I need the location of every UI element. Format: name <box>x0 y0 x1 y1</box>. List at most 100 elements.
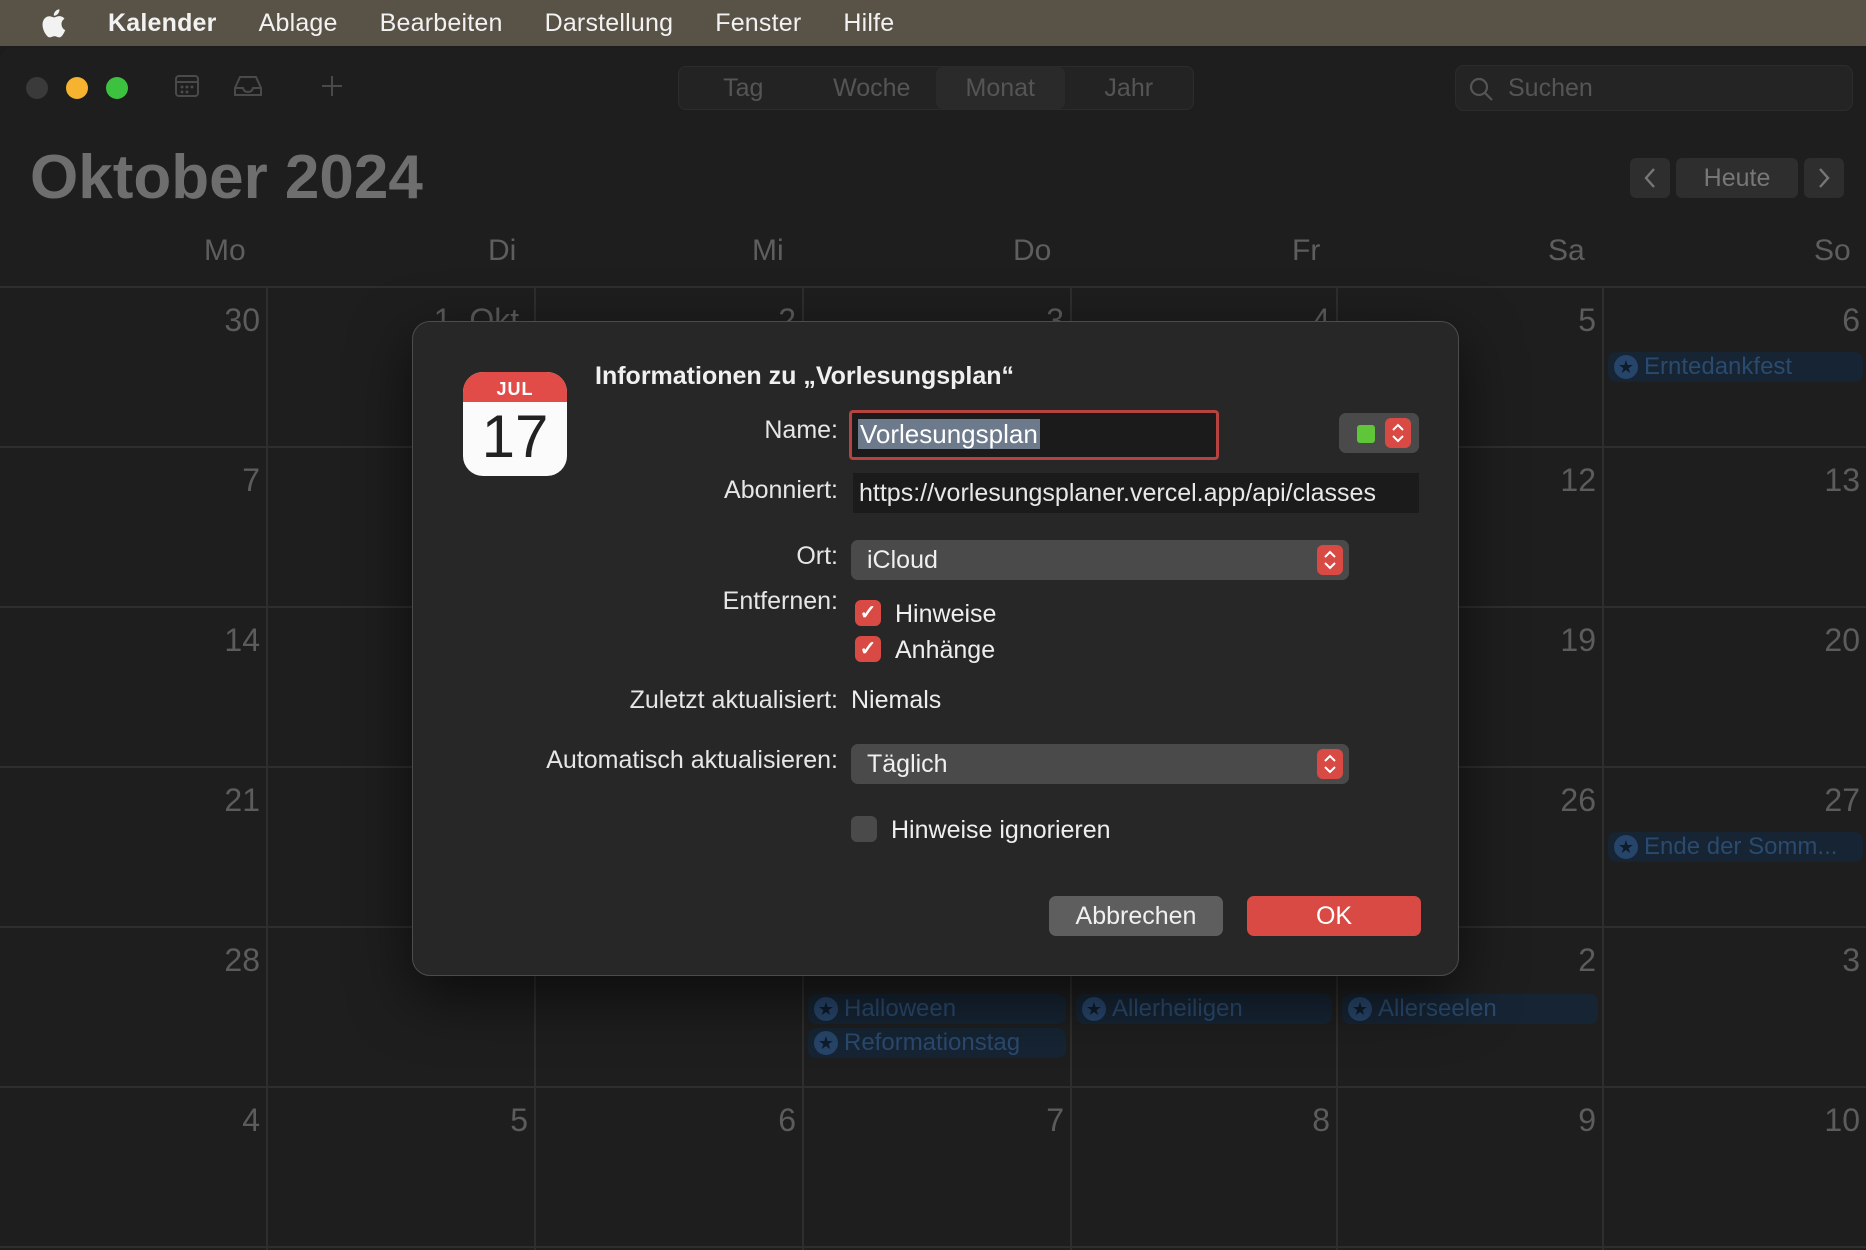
search-icon <box>1469 77 1493 101</box>
plus-icon[interactable] <box>320 72 344 100</box>
menu-bearbeiten[interactable]: Bearbeiten <box>380 9 503 38</box>
event-ende-der-sommerzeit[interactable]: ★ Ende der Somm... <box>1608 832 1863 862</box>
event-title: Erntedankfest <box>1644 353 1793 380</box>
calendar-info-dialog: JUL 17 Informationen zu „Vorlesungsplan“… <box>412 321 1459 976</box>
event-halloween[interactable]: ★ Halloween <box>808 994 1066 1024</box>
event-allerheiligen[interactable]: ★ Allerheiligen <box>1076 994 1332 1024</box>
weekday-label: Mo <box>204 234 246 267</box>
star-icon: ★ <box>814 997 838 1021</box>
day-number[interactable]: 3 <box>1760 942 1860 979</box>
auto-update-label: Automatisch aktualisieren: <box>546 746 838 774</box>
event-erntedankfest[interactable]: ★ Erntedankfest <box>1608 352 1863 382</box>
event-allerseelen[interactable]: ★ Allerseelen <box>1342 994 1598 1024</box>
star-icon: ★ <box>1082 997 1106 1021</box>
day-number[interactable]: 19 <box>1496 622 1596 659</box>
menu-fenster[interactable]: Fenster <box>715 9 801 38</box>
zoom-window-button[interactable] <box>106 77 128 99</box>
day-number[interactable]: 2 <box>1496 942 1596 979</box>
calendar-list-icon[interactable] <box>174 72 200 100</box>
weekday-label: So <box>1814 234 1851 267</box>
calendar-icon-month: JUL <box>463 372 567 402</box>
day-number[interactable]: 5 <box>1496 302 1596 339</box>
popup-stepper-icon <box>1385 418 1411 448</box>
event-reformationstag[interactable]: ★ Reformationstag <box>808 1028 1066 1058</box>
weekday-label: Di <box>488 234 517 267</box>
remove-hints-checkbox[interactable]: ✓ <box>855 600 881 626</box>
next-month-button[interactable] <box>1804 158 1844 198</box>
subscribed-label: Abonniert: <box>724 476 838 504</box>
apple-logo-icon[interactable] <box>40 8 66 38</box>
tab-monat[interactable]: Monat <box>936 67 1065 109</box>
day-number[interactable]: 20 <box>1760 622 1860 659</box>
event-title: Reformationstag <box>844 1029 1021 1056</box>
menu-darstellung[interactable]: Darstellung <box>545 9 674 38</box>
grid-row-divider <box>0 1246 1866 1248</box>
minimize-window-button[interactable] <box>66 77 88 99</box>
day-number[interactable]: 6 <box>696 1102 796 1139</box>
name-value: Vorlesungsplan <box>858 419 1040 449</box>
grid-column-divider <box>266 286 268 1250</box>
ignore-hints-label: Hinweise ignorieren <box>891 816 1111 844</box>
name-field[interactable]: Vorlesungsplan <box>849 410 1219 460</box>
color-swatch <box>1357 425 1375 443</box>
name-label: Name: <box>764 416 838 444</box>
calendar-app-icon: JUL 17 <box>463 372 567 476</box>
chevron-left-icon <box>1644 168 1655 188</box>
grid-row-divider <box>0 286 1866 288</box>
calendar-icon-day: 17 <box>481 403 549 470</box>
subscription-url-field[interactable]: https://vorlesungsplaner.vercel.app/api/… <box>853 473 1419 513</box>
event-title: Ende der Somm... <box>1644 833 1838 860</box>
grid-row-divider <box>0 1086 1866 1088</box>
day-number[interactable]: 4 <box>160 1102 260 1139</box>
tab-woche[interactable]: Woche <box>808 67 937 109</box>
weekday-label: Do <box>1013 234 1052 267</box>
close-window-button[interactable] <box>26 77 48 99</box>
day-number[interactable]: 26 <box>1496 782 1596 819</box>
cancel-button[interactable]: Abbrechen <box>1049 896 1223 936</box>
day-number[interactable]: 7 <box>964 1102 1064 1139</box>
search-field[interactable]: Suchen <box>1455 65 1853 111</box>
weekday-label: Sa <box>1548 234 1585 267</box>
day-number[interactable]: 21 <box>160 782 260 819</box>
ignore-hints-checkbox[interactable] <box>851 816 877 842</box>
last-updated-value: Niemals <box>851 686 942 714</box>
grid-column-divider <box>1602 286 1604 1250</box>
weekday-label: Fr <box>1292 234 1321 267</box>
tab-tag[interactable]: Tag <box>679 67 808 109</box>
remove-attachments-label: Anhänge <box>895 636 996 664</box>
day-number[interactable]: 8 <box>1230 1102 1330 1139</box>
menu-hilfe[interactable]: Hilfe <box>843 9 894 38</box>
star-icon: ★ <box>1348 997 1372 1021</box>
star-icon: ★ <box>814 1031 838 1055</box>
menu-ablage[interactable]: Ablage <box>259 9 338 38</box>
day-number[interactable]: 30 <box>160 302 260 339</box>
month-title: Oktober 2024 <box>30 143 423 212</box>
day-number[interactable]: 27 <box>1760 782 1860 819</box>
day-number[interactable]: 9 <box>1496 1102 1596 1139</box>
star-icon: ★ <box>1614 355 1638 379</box>
day-number[interactable]: 6 <box>1760 302 1860 339</box>
day-number[interactable]: 5 <box>428 1102 528 1139</box>
menu-kalender[interactable]: Kalender <box>108 9 217 38</box>
event-title: Allerseelen <box>1378 995 1497 1022</box>
inbox-icon[interactable] <box>232 72 264 100</box>
remove-attachments-checkbox[interactable]: ✓ <box>855 636 881 662</box>
ok-button[interactable]: OK <box>1247 896 1421 936</box>
auto-update-popup[interactable]: Täglich <box>851 744 1349 784</box>
day-number[interactable]: 12 <box>1496 462 1596 499</box>
day-number[interactable]: 28 <box>160 942 260 979</box>
last-updated-label: Zuletzt aktualisiert: <box>629 686 838 714</box>
previous-month-button[interactable] <box>1630 158 1670 198</box>
location-popup[interactable]: iCloud <box>851 540 1349 580</box>
day-number[interactable]: 13 <box>1760 462 1860 499</box>
weekday-label: Mi <box>752 234 784 267</box>
day-number[interactable]: 14 <box>160 622 260 659</box>
day-number[interactable]: 10 <box>1760 1102 1860 1139</box>
day-number[interactable]: 7 <box>160 462 260 499</box>
tab-jahr[interactable]: Jahr <box>1065 67 1194 109</box>
color-picker-popup[interactable] <box>1339 413 1419 453</box>
today-button[interactable]: Heute <box>1676 158 1798 198</box>
remove-hints-label: Hinweise <box>895 600 997 628</box>
event-title: Allerheiligen <box>1112 995 1243 1022</box>
chevron-right-icon <box>1819 168 1830 188</box>
